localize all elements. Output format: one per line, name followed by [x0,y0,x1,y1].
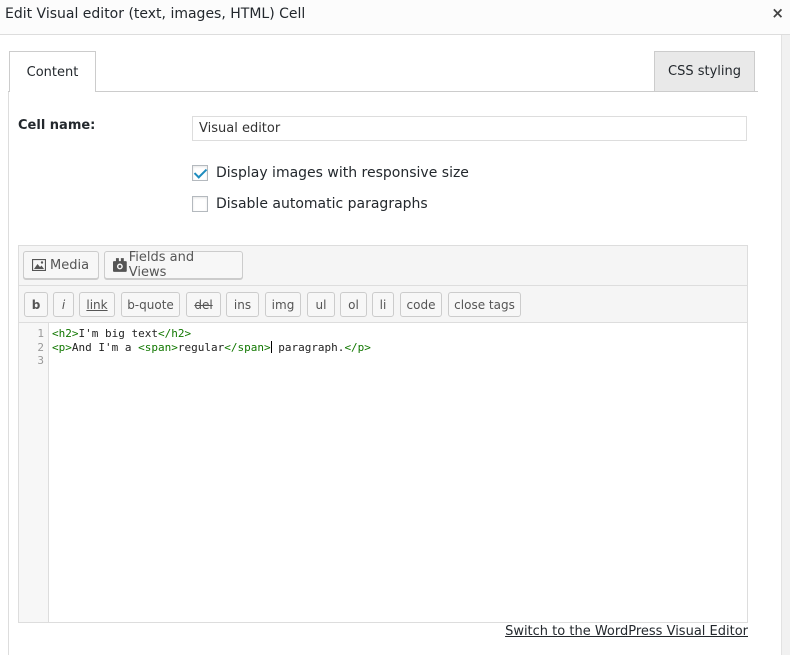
cell-name-label: Cell name: [18,118,96,133]
quicktag-b-quote[interactable]: b-quote [121,292,180,317]
quicktag-i[interactable]: i [53,292,74,317]
code-text: And I'm a [71,341,139,354]
media-button-label: Media [50,257,90,273]
responsive-images-label: Display images with responsive size [216,165,469,181]
code-text: paragraph. [271,341,345,354]
dialog-titlebar: Edit Visual editor (text, images, HTML) … [0,0,790,35]
line-number: 1 [37,327,44,340]
quicktag-img[interactable]: img [265,292,301,317]
cell-name-input[interactable] [192,116,747,141]
media-toolbar: Media Fields and Views [19,246,747,286]
quicktag-b[interactable]: b [24,292,48,317]
media-button[interactable]: Media [23,251,99,279]
responsive-images-checkbox[interactable] [192,165,208,181]
tab-css-styling-label: CSS styling [668,64,741,79]
fields-and-views-label: Fields and Views [128,250,195,280]
code-tag: <span> [138,341,178,354]
close-icon[interactable]: × [771,4,784,22]
disable-paragraphs-option[interactable]: Disable automatic paragraphs [192,196,428,212]
disable-paragraphs-label: Disable automatic paragraphs [216,196,428,212]
code-area[interactable]: 1 2 3 <h2>I'm big text</h2> <p>And I'm a… [19,323,747,622]
quicktag-code[interactable]: code [400,292,442,317]
tab-content-label: Content [26,64,79,80]
code-tag: <h2> [52,327,79,340]
fields-views-icon [113,258,127,272]
code-editor: Media Fields and Views b i link b-quote … [18,245,748,623]
quicktag-ins[interactable]: ins [226,292,259,317]
line-gutter: 1 2 3 [19,323,49,622]
quicktag-ul[interactable]: ul [307,292,335,317]
quicktag-link[interactable]: link [79,292,115,317]
code-tag: <p> [52,341,72,354]
code-tag: </span> [224,341,271,354]
code-text: regular [177,341,225,354]
quicktags-toolbar: b i link b-quote del ins img ul ol li co… [19,286,747,323]
disable-paragraphs-checkbox[interactable] [192,196,208,212]
image-icon [32,259,46,271]
panel-border [8,92,9,655]
line-number: 2 [37,341,44,354]
quicktag-li[interactable]: li [372,292,394,317]
fields-and-views-button[interactable]: Fields and Views [104,250,243,280]
line-number: 3 [37,354,44,367]
scrollbar[interactable] [781,35,790,655]
quicktag-close-tags[interactable]: close tags [448,292,521,317]
code-text: I'm big text [78,327,158,340]
tab-css-styling[interactable]: CSS styling [654,51,755,91]
code-tag: </p> [344,341,371,354]
code-line-2[interactable]: <p>And I'm a <span>regular</span> paragr… [52,341,371,354]
quicktag-ol[interactable]: ol [340,292,367,317]
dialog-title: Edit Visual editor (text, images, HTML) … [5,6,306,22]
tab-content[interactable]: Content [9,51,96,92]
code-line-1[interactable]: <h2>I'm big text</h2> [52,327,191,340]
code-tag: </h2> [157,327,192,340]
switch-visual-editor-link[interactable]: Switch to the WordPress Visual Editor [505,624,748,639]
quicktag-del[interactable]: del [186,292,221,317]
tabs-divider [8,91,758,92]
responsive-images-option[interactable]: Display images with responsive size [192,165,469,181]
